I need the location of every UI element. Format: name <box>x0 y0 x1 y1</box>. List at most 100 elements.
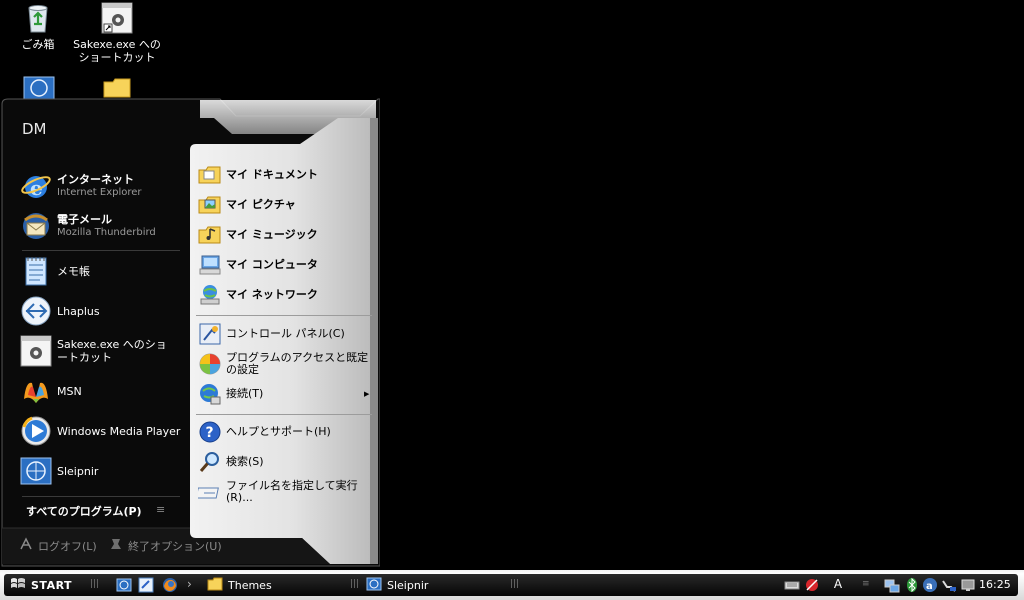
my-pictures-icon <box>198 193 222 217</box>
pinned-title: インターネット <box>57 173 134 186</box>
connect-item[interactable]: 接続(T) <box>198 382 374 406</box>
run-icon <box>195 480 222 504</box>
start-label: START <box>31 578 73 592</box>
ime-pad-icon[interactable] <box>804 577 820 593</box>
recent-title: Sleipnir <box>57 464 99 478</box>
recent-sleipnir[interactable]: Sleipnir <box>20 455 182 487</box>
help-support-label: ヘルプとサポート(H) <box>226 425 331 438</box>
quicklaunch-sleipnir-icon[interactable] <box>116 577 132 593</box>
sakexe-shortcut-label: Sakexe.exe へのショートカット <box>73 38 161 64</box>
recent-notepad[interactable]: メモ帳 <box>20 255 182 287</box>
toolbar-grip[interactable]: ||| <box>90 579 99 589</box>
windows-logo-icon <box>10 577 26 594</box>
my-computer-label: マイ コンピュータ <box>226 258 318 271</box>
recycle-bin-icon <box>22 2 54 34</box>
recent-title: メモ帳 <box>57 264 90 278</box>
recent-title: MSN <box>57 384 82 398</box>
my-computer-icon <box>198 253 222 277</box>
bluetooth-icon[interactable] <box>904 577 920 593</box>
start-menu: DM e インターネット Internet Explorer 電子メール Moz… <box>0 98 380 568</box>
recent-title: Sakexe.exe へのショートカット <box>57 338 167 364</box>
shutdown-icon <box>108 536 124 555</box>
desktop-icon-sakexe-shortcut[interactable]: Sakexe.exe へのショートカット <box>69 2 165 64</box>
recent-sakexe[interactable]: Sakexe.exe へのショートカット <box>20 335 182 367</box>
my-documents-item[interactable]: マイ ドキュメント <box>198 163 374 187</box>
network-tray-icon[interactable] <box>884 577 900 593</box>
my-computer-item[interactable]: マイ コンピュータ <box>198 253 374 277</box>
pinned-title: 電子メール <box>57 213 112 226</box>
pinned-subtitle: Mozilla Thunderbird <box>57 227 156 238</box>
folder-icon <box>207 577 223 594</box>
pinned-thunderbird[interactable]: 電子メール Mozilla Thunderbird <box>20 210 182 242</box>
logoff-label: ログオフ(L) <box>38 539 97 553</box>
antivirus-icon[interactable]: a <box>922 577 938 593</box>
pinned-internet-explorer[interactable]: e インターネット Internet Explorer <box>20 170 182 202</box>
recent-title: Lhaplus <box>57 304 100 318</box>
control-panel-label: コントロール パネル(C) <box>226 327 345 340</box>
thunderbird-icon <box>20 210 52 242</box>
my-pictures-item[interactable]: マイ ピクチャ <box>198 193 374 217</box>
search-icon <box>198 450 222 474</box>
search-label: 検索(S) <box>226 455 264 468</box>
run-label: ファイル名を指定して実行(R)... <box>226 479 358 504</box>
shutdown-button[interactable]: 終了オプション(U) <box>108 536 222 555</box>
taskbar: START ||| › Themes ||| Sleipnir ||| A ≡ … <box>0 570 1024 600</box>
taskbar-clock[interactable]: 16:25 <box>979 578 1011 591</box>
my-pictures-label: マイ ピクチャ <box>226 198 296 211</box>
my-music-item[interactable]: マイ ミュージック <box>198 223 374 247</box>
right-separator <box>196 315 372 316</box>
sleipnir-icon <box>20 455 52 487</box>
my-documents-label: マイ ドキュメント <box>226 168 318 181</box>
my-network-icon <box>198 283 222 307</box>
task-label: Sleipnir <box>387 578 429 592</box>
connect-label: 接続(T) <box>226 387 264 400</box>
left-separator <box>22 496 180 497</box>
lhaplus-icon <box>20 295 52 327</box>
recent-lhaplus[interactable]: Lhaplus <box>20 295 182 327</box>
connect-submenu-arrow-icon: ▶ <box>364 390 370 398</box>
control-panel-icon <box>198 322 222 346</box>
quicklaunch-chevron-icon[interactable]: › <box>187 577 192 591</box>
run-item[interactable]: ファイル名を指定して実行(R)... <box>195 479 374 504</box>
task-themes[interactable]: Themes <box>207 577 272 593</box>
sakexe-shortcut-icon <box>101 2 133 34</box>
logoff-button[interactable]: ログオフ(L) <box>18 536 97 555</box>
recent-title: Windows Media Player <box>57 424 181 438</box>
task-separator-grip: ||| <box>510 579 520 589</box>
language-indicator[interactable]: A <box>830 577 846 593</box>
program-access-item[interactable]: プログラムのアクセスと既定の設定 <box>198 352 374 376</box>
svg-text:?: ? <box>206 425 214 441</box>
control-panel-item[interactable]: コントロール パネル(C) <box>198 322 374 346</box>
recent-windows-media-player[interactable]: Windows Media Player <box>20 415 182 447</box>
quicklaunch-browser-icon[interactable] <box>138 577 154 593</box>
connect-icon <box>198 382 222 406</box>
all-programs-grip-icon: ≡ <box>156 503 166 516</box>
quicklaunch-firefox-icon[interactable] <box>162 577 178 593</box>
help-support-item[interactable]: ? ヘルプとサポート(H) <box>198 420 374 444</box>
my-music-label: マイ ミュージック <box>226 228 318 241</box>
my-music-icon <box>198 223 222 247</box>
taskbar-strip: START ||| › Themes ||| Sleipnir ||| A ≡ … <box>4 574 1018 596</box>
program-access-icon <box>198 352 222 376</box>
all-programs-button[interactable]: すべてのプログラム(P) <box>26 503 142 519</box>
svg-text:a: a <box>926 581 933 592</box>
task-sleipnir[interactable]: Sleipnir <box>366 577 428 593</box>
safely-remove-icon[interactable] <box>941 577 957 593</box>
my-network-item[interactable]: マイ ネットワーク <box>198 283 374 307</box>
sleipnir-icon <box>366 577 382 594</box>
right-separator <box>196 414 372 415</box>
display-tray-icon[interactable] <box>960 577 976 593</box>
program-access-label: プログラムのアクセスと既定の設定 <box>226 351 369 376</box>
language-bar-grip-icon: ≡ <box>862 579 870 589</box>
recent-msn[interactable]: MSN <box>20 375 182 407</box>
pinned-subtitle: Internet Explorer <box>57 187 142 198</box>
sakexe-icon <box>20 335 52 367</box>
logoff-icon <box>18 536 34 555</box>
msn-icon <box>20 375 52 407</box>
start-button[interactable]: START <box>10 577 72 593</box>
keyboard-icon[interactable] <box>784 577 800 593</box>
left-separator <box>22 250 180 251</box>
windows-media-player-icon <box>20 415 52 447</box>
task-separator-grip: ||| <box>350 579 360 589</box>
search-item[interactable]: 検索(S) <box>198 450 374 474</box>
